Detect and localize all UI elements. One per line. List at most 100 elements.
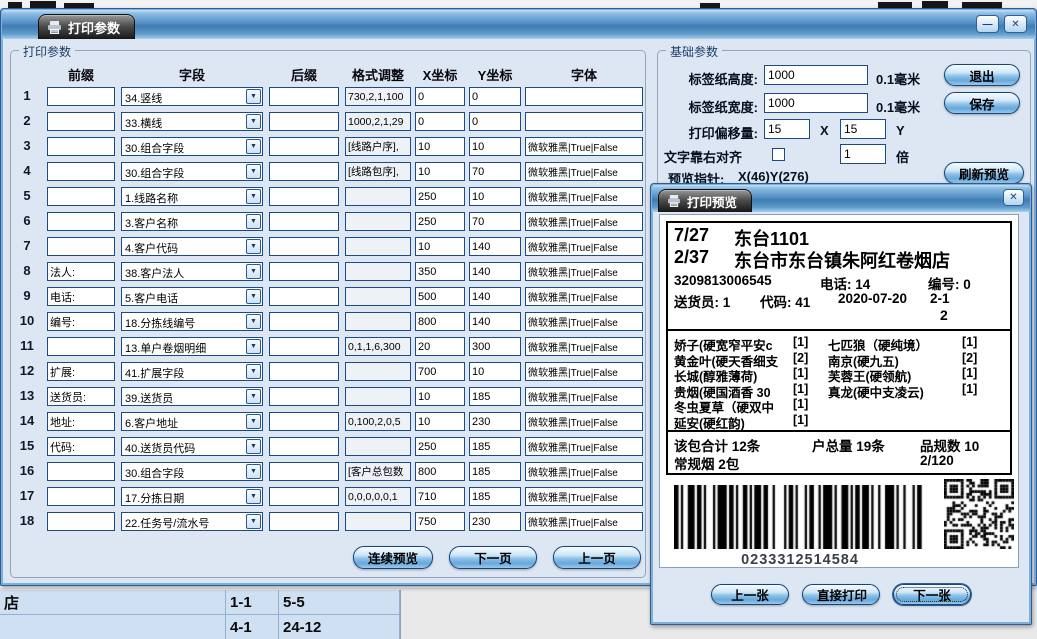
- field-dropdown[interactable]: 30.组合字段▼: [121, 162, 263, 181]
- font-input[interactable]: [525, 237, 643, 256]
- suffix-input[interactable]: [269, 387, 339, 406]
- y-coord-input[interactable]: [469, 387, 521, 406]
- x-coord-input[interactable]: [415, 412, 465, 431]
- x-coord-input[interactable]: [415, 512, 465, 531]
- font-input[interactable]: [525, 187, 643, 206]
- font-input[interactable]: [525, 487, 643, 506]
- x-coord-input[interactable]: [415, 162, 465, 181]
- field-dropdown[interactable]: 39.送货员▼: [121, 387, 263, 406]
- font-input[interactable]: [525, 312, 643, 331]
- y-coord-input[interactable]: [469, 112, 521, 131]
- y-coord-input[interactable]: [469, 287, 521, 306]
- format-input[interactable]: [345, 112, 411, 131]
- suffix-input[interactable]: [269, 487, 339, 506]
- prefix-input[interactable]: [47, 437, 115, 456]
- offset-x-input[interactable]: [764, 119, 810, 139]
- y-coord-input[interactable]: [469, 437, 521, 456]
- x-coord-input[interactable]: [415, 337, 465, 356]
- format-input[interactable]: [345, 437, 411, 456]
- suffix-input[interactable]: [269, 412, 339, 431]
- close-button[interactable]: ✕: [1004, 15, 1027, 33]
- field-dropdown[interactable]: 6.客户地址▼: [121, 412, 263, 431]
- scale-input[interactable]: [840, 144, 886, 164]
- prefix-input[interactable]: [47, 87, 115, 106]
- grid-cell[interactable]: 5-5: [279, 590, 400, 614]
- prefix-input[interactable]: [47, 262, 115, 281]
- font-input[interactable]: [525, 337, 643, 356]
- prefix-input[interactable]: [47, 287, 115, 306]
- suffix-input[interactable]: [269, 312, 339, 331]
- field-dropdown[interactable]: 40.送货员代码▼: [121, 437, 263, 456]
- y-coord-input[interactable]: [469, 312, 521, 331]
- y-coord-input[interactable]: [469, 262, 521, 281]
- suffix-input[interactable]: [269, 262, 339, 281]
- grid-cell[interactable]: 24-12: [279, 615, 400, 639]
- prefix-input[interactable]: [47, 137, 115, 156]
- field-dropdown[interactable]: 18.分拣线编号▼: [121, 312, 263, 331]
- x-coord-input[interactable]: [415, 87, 465, 106]
- suffix-input[interactable]: [269, 137, 339, 156]
- suffix-input[interactable]: [269, 287, 339, 306]
- x-coord-input[interactable]: [415, 387, 465, 406]
- align-right-checkbox[interactable]: [772, 148, 785, 161]
- grid-cell[interactable]: 店: [0, 590, 226, 614]
- prefix-input[interactable]: [47, 337, 115, 356]
- field-dropdown[interactable]: 30.组合字段▼: [121, 137, 263, 156]
- y-coord-input[interactable]: [469, 412, 521, 431]
- format-input[interactable]: [345, 487, 411, 506]
- x-coord-input[interactable]: [415, 462, 465, 481]
- font-input[interactable]: [525, 287, 643, 306]
- prefix-input[interactable]: [47, 212, 115, 231]
- format-input[interactable]: [345, 262, 411, 281]
- field-dropdown[interactable]: 33.横线▼: [121, 112, 263, 131]
- grid-cell[interactable]: 4-1: [226, 615, 279, 639]
- y-coord-input[interactable]: [469, 337, 521, 356]
- font-input[interactable]: [525, 412, 643, 431]
- field-dropdown[interactable]: 5.客户电话▼: [121, 287, 263, 306]
- x-coord-input[interactable]: [415, 312, 465, 331]
- y-coord-input[interactable]: [469, 162, 521, 181]
- suffix-input[interactable]: [269, 162, 339, 181]
- x-coord-input[interactable]: [415, 212, 465, 231]
- next-label-button[interactable]: 下一张: [893, 584, 971, 605]
- format-input[interactable]: [345, 412, 411, 431]
- close-button[interactable]: ✕: [1003, 189, 1024, 206]
- font-input[interactable]: [525, 212, 643, 231]
- grid-cell[interactable]: [0, 615, 226, 639]
- font-input[interactable]: [525, 462, 643, 481]
- direct-print-button[interactable]: 直接打印: [802, 584, 880, 605]
- suffix-input[interactable]: [269, 112, 339, 131]
- format-input[interactable]: [345, 462, 411, 481]
- field-dropdown[interactable]: 22.任务号/流水号▼: [121, 512, 263, 531]
- suffix-input[interactable]: [269, 337, 339, 356]
- format-input[interactable]: [345, 187, 411, 206]
- exit-button[interactable]: 退出: [944, 64, 1020, 86]
- format-input[interactable]: [345, 312, 411, 331]
- y-coord-input[interactable]: [469, 512, 521, 531]
- titlebar[interactable]: 打印参数 — ✕: [2, 10, 1035, 39]
- font-input[interactable]: [525, 437, 643, 456]
- font-input[interactable]: [525, 262, 643, 281]
- field-dropdown[interactable]: 34.竖线▼: [121, 87, 263, 106]
- x-coord-input[interactable]: [415, 362, 465, 381]
- font-input[interactable]: [525, 512, 643, 531]
- field-dropdown[interactable]: 3.客户名称▼: [121, 212, 263, 231]
- format-input[interactable]: [345, 212, 411, 231]
- prev-page-button[interactable]: 上一页: [553, 546, 641, 569]
- suffix-input[interactable]: [269, 237, 339, 256]
- font-input[interactable]: [525, 137, 643, 156]
- offset-y-input[interactable]: [840, 119, 886, 139]
- y-coord-input[interactable]: [469, 462, 521, 481]
- field-dropdown[interactable]: 13.单户卷烟明细▼: [121, 337, 263, 356]
- format-input[interactable]: [345, 137, 411, 156]
- y-coord-input[interactable]: [469, 212, 521, 231]
- titlebar[interactable]: 打印预览 ✕: [652, 185, 1030, 212]
- suffix-input[interactable]: [269, 212, 339, 231]
- x-coord-input[interactable]: [415, 287, 465, 306]
- prefix-input[interactable]: [47, 112, 115, 131]
- continue-preview-button[interactable]: 连续预览: [353, 546, 433, 569]
- field-dropdown[interactable]: 41.扩展字段▼: [121, 362, 263, 381]
- field-dropdown[interactable]: 38.客户法人▼: [121, 262, 263, 281]
- suffix-input[interactable]: [269, 87, 339, 106]
- format-input[interactable]: [345, 362, 411, 381]
